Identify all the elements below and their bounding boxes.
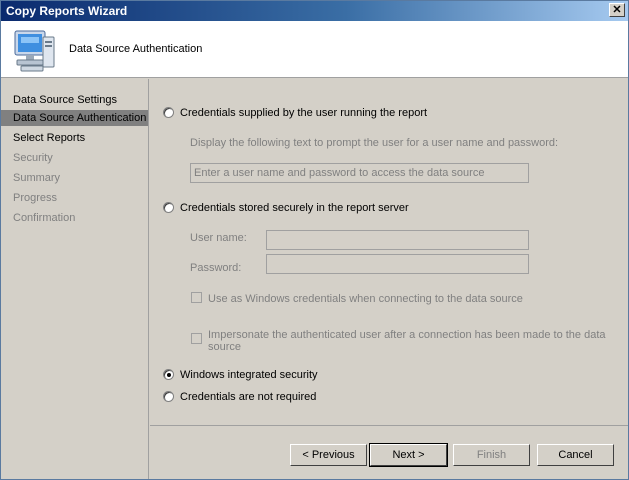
step-select-reports[interactable]: Select Reports [1, 130, 148, 146]
radio-not-required[interactable] [163, 391, 174, 402]
windows-credentials-label: Use as Windows credentials when connecti… [208, 293, 523, 305]
cancel-button[interactable]: Cancel [537, 444, 614, 466]
page-title: Data Source Authentication [69, 43, 203, 55]
impersonate-label-line1: Impersonate the authenticated user after… [208, 329, 606, 341]
wizard-header: Data Source Authentication [1, 21, 628, 78]
step-confirmation: Confirmation [13, 212, 76, 224]
stored-credentials-label[interactable]: Credentials stored securely in the repor… [180, 202, 409, 214]
radio-windows-integrated[interactable] [163, 369, 174, 380]
close-icon[interactable]: ✕ [609, 3, 625, 17]
step-data-source-authentication[interactable]: Data Source Authentication [1, 110, 148, 126]
prompt-text-label: Display the following text to prompt the… [190, 137, 559, 149]
title-bar[interactable]: Copy Reports Wizard ✕ [1, 1, 628, 21]
not-required-label[interactable]: Credentials are not required [180, 391, 316, 403]
wizard-footer: < Previous Next > Finish Cancel [150, 425, 628, 479]
user-supplied-label[interactable]: Credentials supplied by the user running… [180, 107, 427, 119]
windows-credentials-checkbox[interactable] [191, 292, 202, 303]
prompt-text-input[interactable]: Enter a user name and password to access… [190, 163, 529, 183]
radio-user-supplied[interactable] [163, 107, 174, 118]
step-summary: Summary [13, 172, 61, 184]
password-input[interactable] [266, 254, 529, 274]
password-label: Password: [190, 262, 242, 274]
step-progress: Progress [13, 192, 58, 204]
next-button[interactable]: Next > [369, 443, 448, 467]
previous-button[interactable]: < Previous [290, 444, 367, 466]
wizard-window: Copy Reports Wizard ✕ Data Source Authen… [0, 0, 629, 480]
wizard-steps-sidebar: Data Source Settings Data Source Authent… [1, 79, 149, 479]
step-data-source-settings[interactable]: Data Source Settings [1, 92, 148, 108]
computer-wizard-icon [14, 30, 55, 72]
step-security: Security [13, 152, 53, 164]
username-label: User name: [190, 232, 247, 244]
impersonate-checkbox[interactable] [191, 333, 202, 344]
windows-integrated-label[interactable]: Windows integrated security [180, 369, 318, 381]
authentication-options: Credentials supplied by the user running… [150, 79, 628, 423]
finish-button[interactable]: Finish [453, 444, 530, 466]
impersonate-label-line2: source [208, 341, 242, 353]
radio-stored-credentials[interactable] [163, 202, 174, 213]
window-title: Copy Reports Wizard [6, 4, 128, 18]
username-input[interactable] [266, 230, 529, 250]
